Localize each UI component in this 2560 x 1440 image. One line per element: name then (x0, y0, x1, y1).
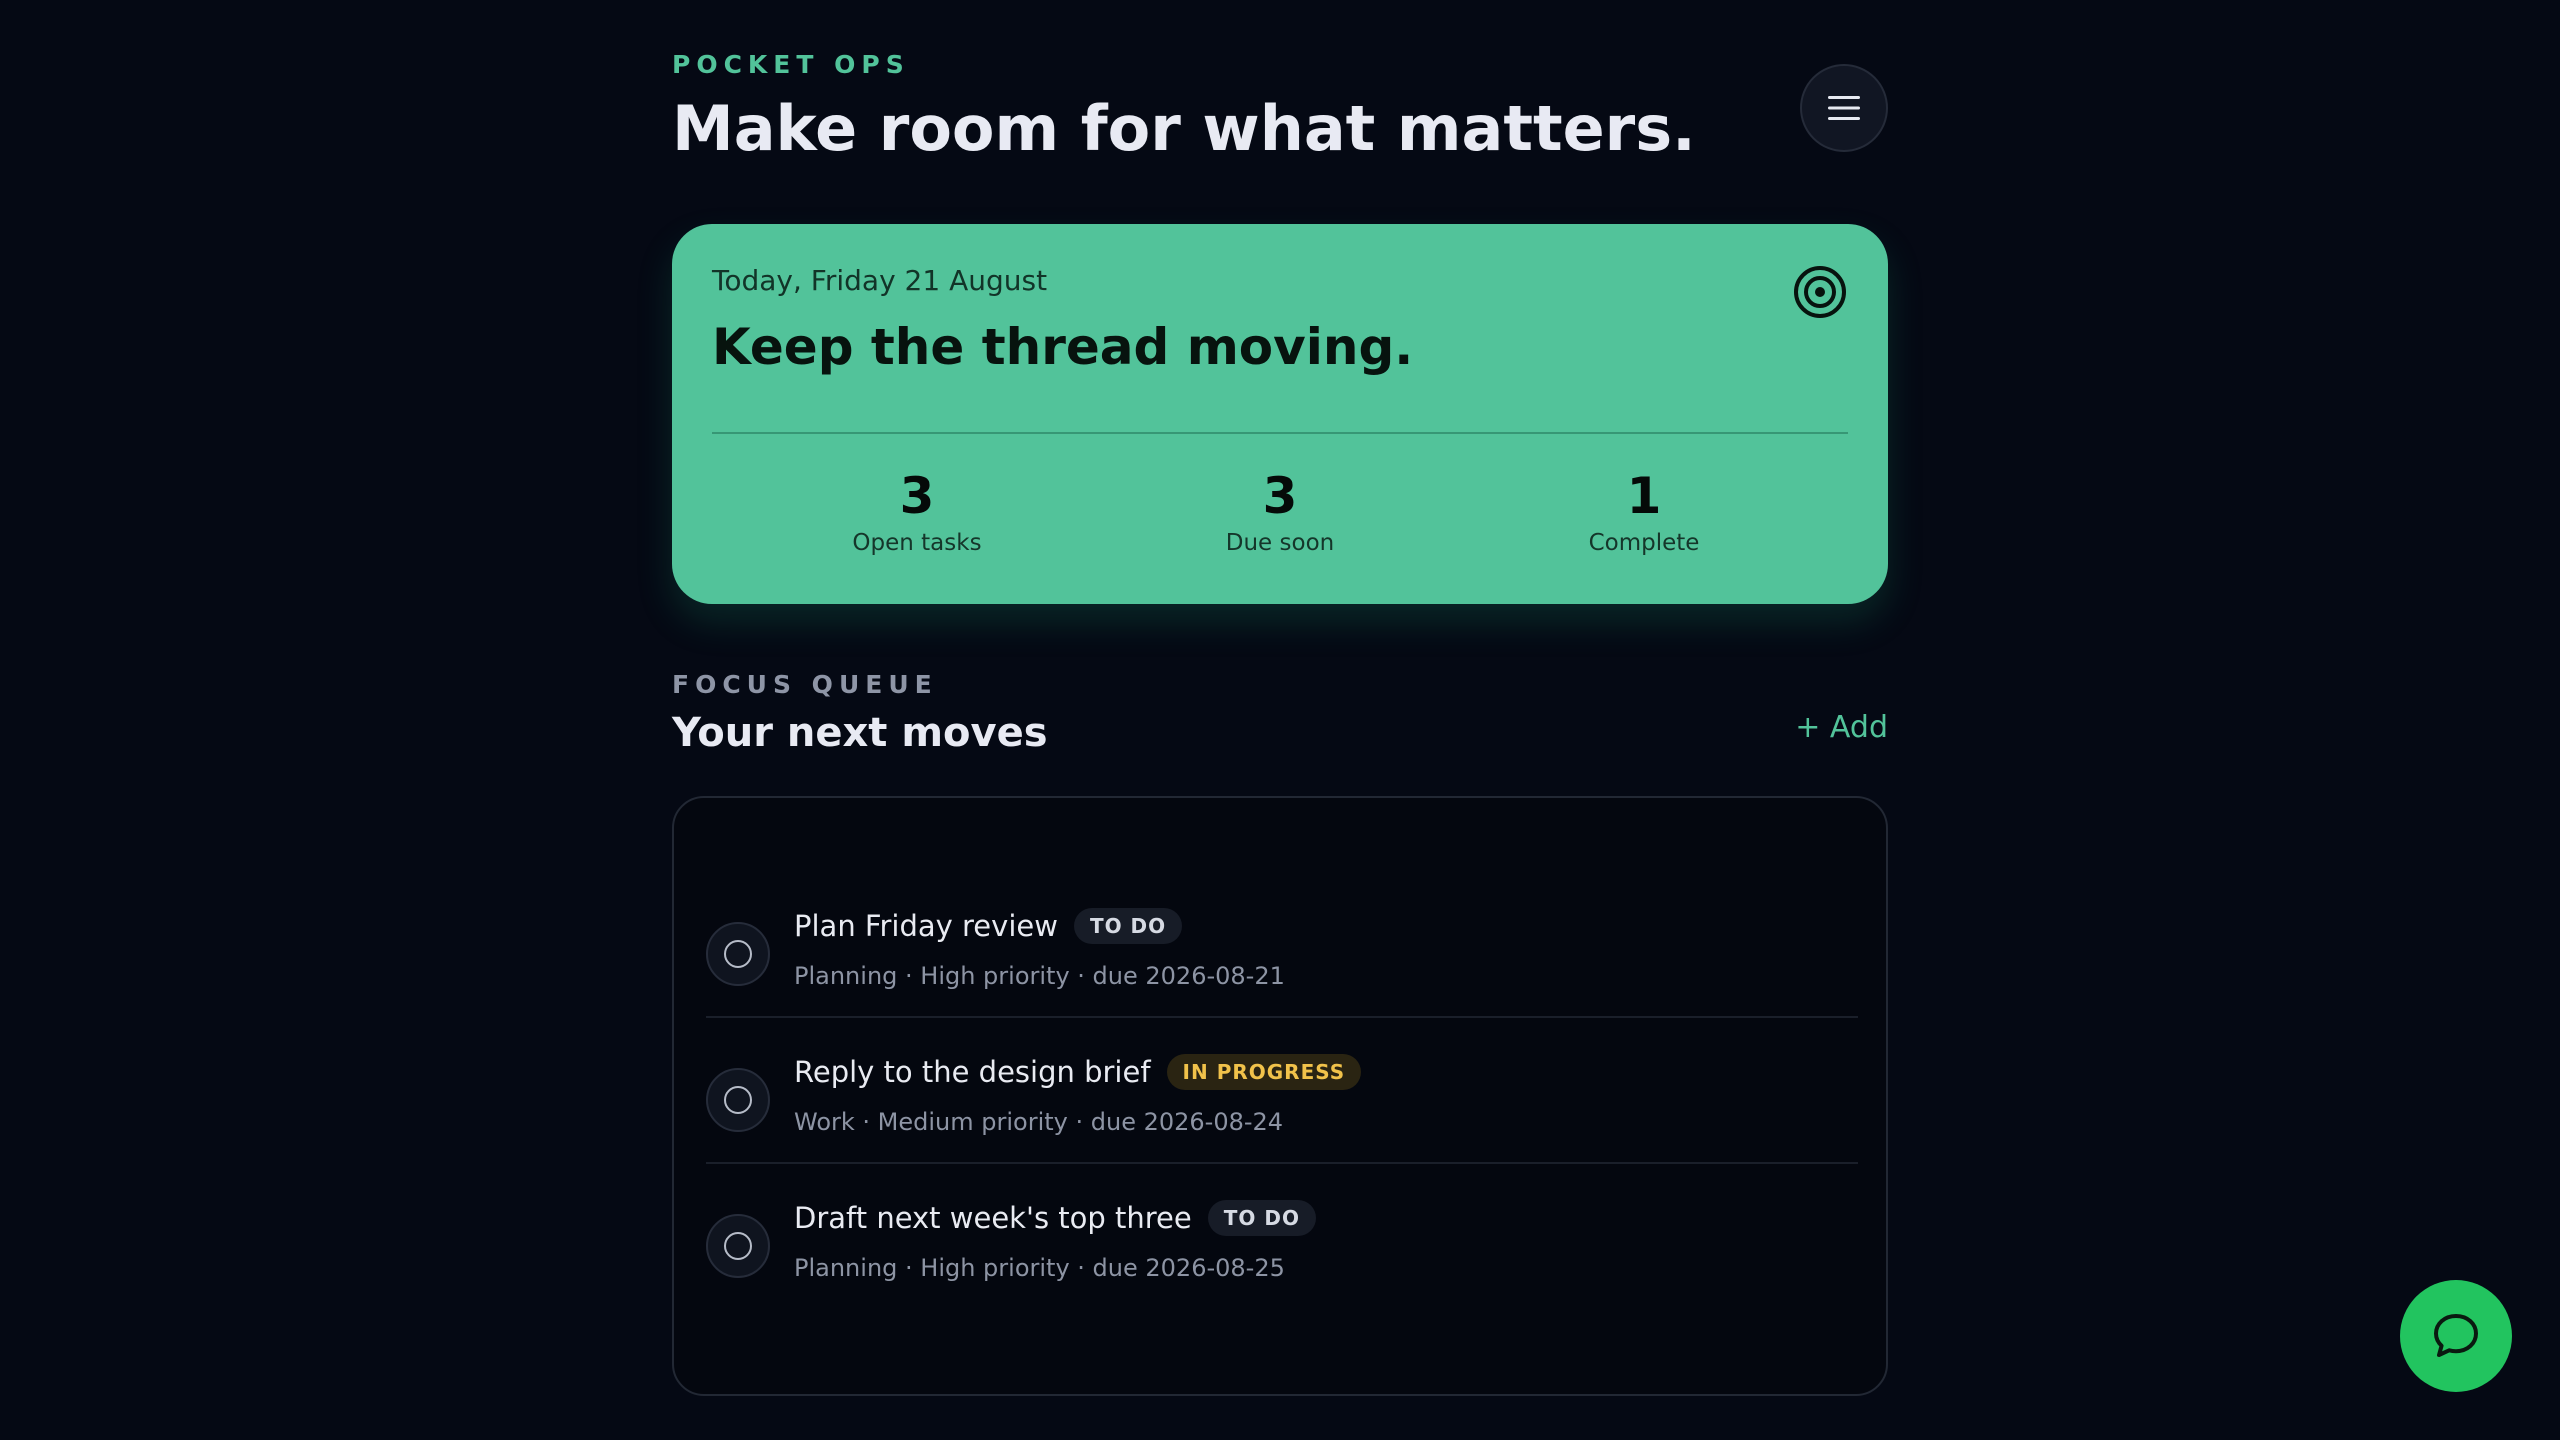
task-title: Reply to the design brief (794, 1055, 1151, 1089)
circle-icon (724, 1086, 752, 1114)
stat-value: 3 (899, 467, 935, 525)
stat-label: Due soon (1225, 530, 1335, 556)
summary-title: Keep the thread moving. (712, 318, 1414, 376)
add-task-button[interactable]: + Add (1772, 710, 1888, 754)
status-badge: IN PROGRESS (1166, 1054, 1362, 1090)
stat-label: Complete (1588, 530, 1700, 556)
task-checkbox[interactable] (706, 1214, 770, 1278)
task-title: Draft next week's top three (794, 1201, 1192, 1235)
task-meta: Work · Medium priority · due 2026-08-24 (794, 1108, 1284, 1136)
page-title: Make room for what matters. (672, 92, 1696, 165)
summary-date: Today, Friday 21 August (712, 264, 1048, 297)
stat-due-soon: 3 Due soon (1150, 466, 1410, 556)
stat-value: 3 (1262, 467, 1298, 525)
section-title: Your next moves (672, 710, 1048, 756)
task-title: Plan Friday review (794, 909, 1058, 943)
task-heading: Draft next week's top three TO DO (794, 1200, 1316, 1236)
task-meta: Planning · High priority · due 2026-08-2… (794, 1254, 1285, 1282)
chat-button[interactable] (2400, 1280, 2512, 1392)
chat-bubble-icon (2434, 1314, 2478, 1357)
task-row[interactable]: Plan Friday review TO DO Planning · High… (706, 872, 1858, 1018)
stat-open-tasks: 3 Open tasks (787, 466, 1047, 556)
task-heading: Reply to the design brief IN PROGRESS (794, 1054, 1362, 1090)
task-heading: Plan Friday review TO DO (794, 908, 1183, 944)
stat-complete: 1 Complete (1514, 466, 1774, 556)
circle-icon (724, 940, 752, 968)
task-row[interactable]: Reply to the design brief IN PROGRESS Wo… (706, 1018, 1858, 1164)
section-eyebrow: FOCUS QUEUE (672, 670, 938, 699)
summary-divider (712, 432, 1848, 434)
app-page: POCKET OPS Make room for what matters. T… (0, 0, 2560, 1440)
status-badge: TO DO (1207, 1200, 1316, 1236)
menu-button[interactable] (1800, 64, 1888, 152)
task-checkbox[interactable] (706, 1068, 770, 1132)
stat-label: Open tasks (852, 530, 982, 556)
task-list: Plan Friday review TO DO Planning · High… (672, 796, 1888, 1396)
task-meta: Planning · High priority · due 2026-08-2… (794, 962, 1285, 990)
task-checkbox[interactable] (706, 922, 770, 986)
status-badge: TO DO (1073, 908, 1183, 944)
target-icon (1794, 266, 1846, 318)
menu-icon (1828, 96, 1860, 120)
app-eyebrow: POCKET OPS (672, 50, 910, 79)
circle-icon (724, 1232, 752, 1260)
stat-value: 1 (1626, 467, 1662, 525)
task-row[interactable]: Draft next week's top three TO DO Planni… (706, 1164, 1858, 1310)
